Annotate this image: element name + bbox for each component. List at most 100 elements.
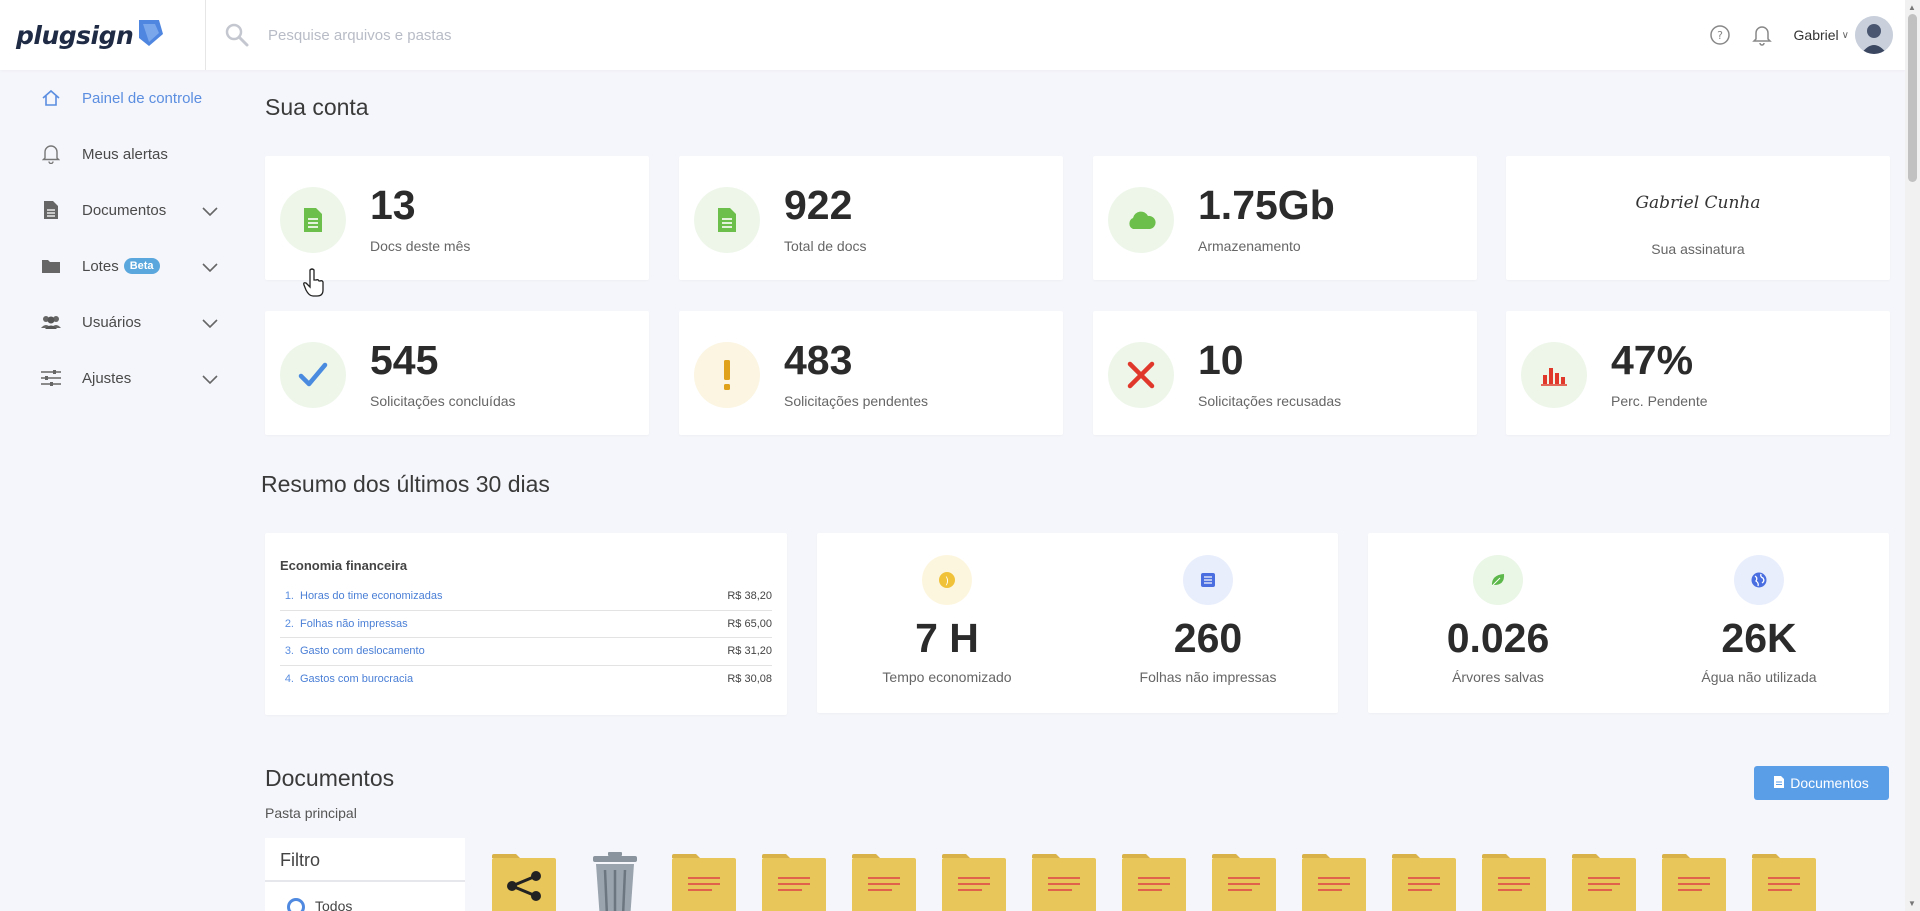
document-icon	[40, 199, 62, 221]
folder-icon[interactable]	[1482, 850, 1546, 911]
scroll-down-icon[interactable]: ▼	[1908, 899, 1916, 908]
list-item-link[interactable]: Folhas não impressas	[300, 618, 727, 630]
sidebar-item-usuarios[interactable]: Usuários	[0, 294, 240, 350]
eco-card: 0.026 Árvores salvas 26K Água não utiliz…	[1368, 533, 1889, 713]
stat-label: Sua assinatura	[1651, 241, 1745, 257]
list-item-number: 3.	[284, 645, 294, 658]
bell-icon[interactable]	[1750, 23, 1774, 47]
folder-icon[interactable]	[762, 850, 826, 911]
stat-label: Solicitações recusadas	[1198, 393, 1342, 409]
sidebar-item-label: Documentos	[82, 201, 167, 219]
avatar[interactable]	[1855, 16, 1893, 54]
sidebar-item-label: Painel de controle	[82, 89, 203, 107]
stat-value: 1.75Gb	[1198, 182, 1335, 228]
leaf-icon	[1473, 555, 1523, 605]
stat-value: 13	[370, 182, 416, 228]
documents-button[interactable]: Documentos	[1754, 766, 1889, 800]
list-item-number: 1.	[284, 590, 294, 603]
svg-text:?: ?	[1717, 29, 1723, 42]
mouse-cursor	[303, 268, 325, 303]
stat-card-total-docs: 922 Total de docs	[679, 156, 1063, 280]
chevron-down-icon[interactable]	[202, 204, 218, 222]
economy-title: Economia financeira	[280, 558, 408, 573]
sidebar-item-lotes[interactable]: Lotes Beta	[0, 238, 240, 294]
metric-paper: 260 Folhas não impressas	[1078, 533, 1338, 713]
list-item: 1. Horas do time economizadas R$ 38,20	[280, 583, 772, 611]
document-icon	[280, 187, 346, 253]
folder-icon[interactable]	[672, 850, 736, 911]
folder-icon[interactable]	[942, 850, 1006, 911]
coin-icon: )	[922, 555, 972, 605]
folder-icon[interactable]	[852, 850, 916, 911]
stat-value: 47%	[1611, 337, 1694, 383]
stat-label: Solicitações concluídas	[370, 393, 516, 409]
header-actions: ? Gabriel ∨	[1708, 16, 1905, 54]
economy-list: 1. Horas do time economizadas R$ 38,20 2…	[280, 583, 772, 693]
list-item-value: R$ 30,08	[727, 673, 772, 686]
chevron-down-icon[interactable]	[202, 316, 218, 334]
metric-value: 0.026	[1446, 615, 1550, 661]
folder-icon[interactable]	[1302, 850, 1366, 911]
sidebar: Painel de controle Meus alertas Document…	[0, 70, 240, 406]
help-icon[interactable]: ?	[1708, 23, 1732, 47]
metric-label: Água não utilizada	[1701, 669, 1817, 685]
metric-label: Folhas não impressas	[1139, 669, 1277, 685]
home-icon	[40, 87, 62, 109]
folder-icon[interactable]	[1572, 850, 1636, 911]
stat-label: Solicitações pendentes	[784, 393, 928, 409]
shared-folder[interactable]	[492, 850, 556, 911]
list-item-link[interactable]: Horas do time economizadas	[300, 590, 727, 602]
document-icon	[694, 187, 760, 253]
folder-icon	[40, 255, 62, 277]
sidebar-item-ajustes[interactable]: Ajustes	[0, 350, 240, 406]
folder-icon[interactable]	[1032, 850, 1096, 911]
stat-card-storage: 1.75Gb Armazenamento	[1093, 156, 1477, 280]
bell-icon	[40, 143, 62, 165]
users-icon	[40, 311, 62, 333]
check-icon	[280, 342, 346, 408]
logo[interactable]: plugsign	[0, 0, 206, 70]
list-item-value: R$ 38,20	[727, 590, 772, 603]
list-item-value: R$ 31,20	[727, 645, 772, 658]
x-icon	[1108, 342, 1174, 408]
folder-icon[interactable]	[1212, 850, 1276, 911]
folder-icon[interactable]	[1392, 850, 1456, 911]
chevron-down-icon[interactable]	[202, 372, 218, 390]
economy-card: Economia financeira 1. Horas do time eco…	[265, 533, 787, 715]
scroll-thumb[interactable]	[1908, 14, 1917, 182]
trash-icon[interactable]	[590, 850, 654, 911]
sidebar-item-label: Lotes	[82, 257, 119, 275]
scroll-up-icon[interactable]: ▲	[1908, 3, 1916, 12]
folder-icon[interactable]	[1662, 850, 1726, 911]
search-input[interactable]	[268, 26, 868, 44]
sidebar-item-documentos[interactable]: Documentos	[0, 182, 240, 238]
stat-card-signature[interactable]: Gabriel Cunha Sua assinatura	[1506, 156, 1890, 280]
user-name: Gabriel	[1793, 27, 1839, 43]
list-item-number: 2.	[284, 617, 294, 630]
folder-icon[interactable]	[1122, 850, 1186, 911]
stat-value: 545	[370, 337, 439, 383]
list-item-link[interactable]: Gasto com deslocamento	[300, 645, 727, 657]
metric-value: 260	[1173, 615, 1243, 661]
bar-chart-icon	[1521, 342, 1587, 408]
list-item: 4. Gastos com burocracia R$ 30,08	[280, 666, 772, 694]
filter-title: Filtro	[280, 850, 320, 870]
logo-text: plugsign	[16, 20, 134, 50]
signature-image: Gabriel Cunha	[1635, 193, 1761, 213]
user-menu[interactable]: Gabriel ∨	[1794, 27, 1849, 43]
folder-icon[interactable]	[1752, 850, 1816, 911]
list-item-link[interactable]: Gastos com burocracia	[300, 673, 727, 685]
time-paper-card: ) 7 H Tempo economizado 260 Folhas não i…	[817, 533, 1338, 713]
globe-icon	[1734, 555, 1784, 605]
stat-card-percent-pending: 47% Perc. Pendente	[1506, 311, 1890, 435]
sidebar-item-painel[interactable]: Painel de controle	[0, 70, 240, 126]
filter-radio[interactable]	[287, 898, 305, 911]
sidebar-item-label: Usuários	[82, 313, 142, 331]
chevron-down-icon[interactable]	[202, 260, 218, 278]
search-icon[interactable]	[224, 22, 250, 48]
search-bar	[206, 22, 1708, 48]
stat-label: Perc. Pendente	[1611, 393, 1708, 409]
summary-title: Resumo dos últimos 30 dias	[261, 471, 550, 497]
page-scrollbar[interactable]: ▲ ▼	[1905, 0, 1920, 911]
sidebar-item-alertas[interactable]: Meus alertas	[0, 126, 240, 182]
